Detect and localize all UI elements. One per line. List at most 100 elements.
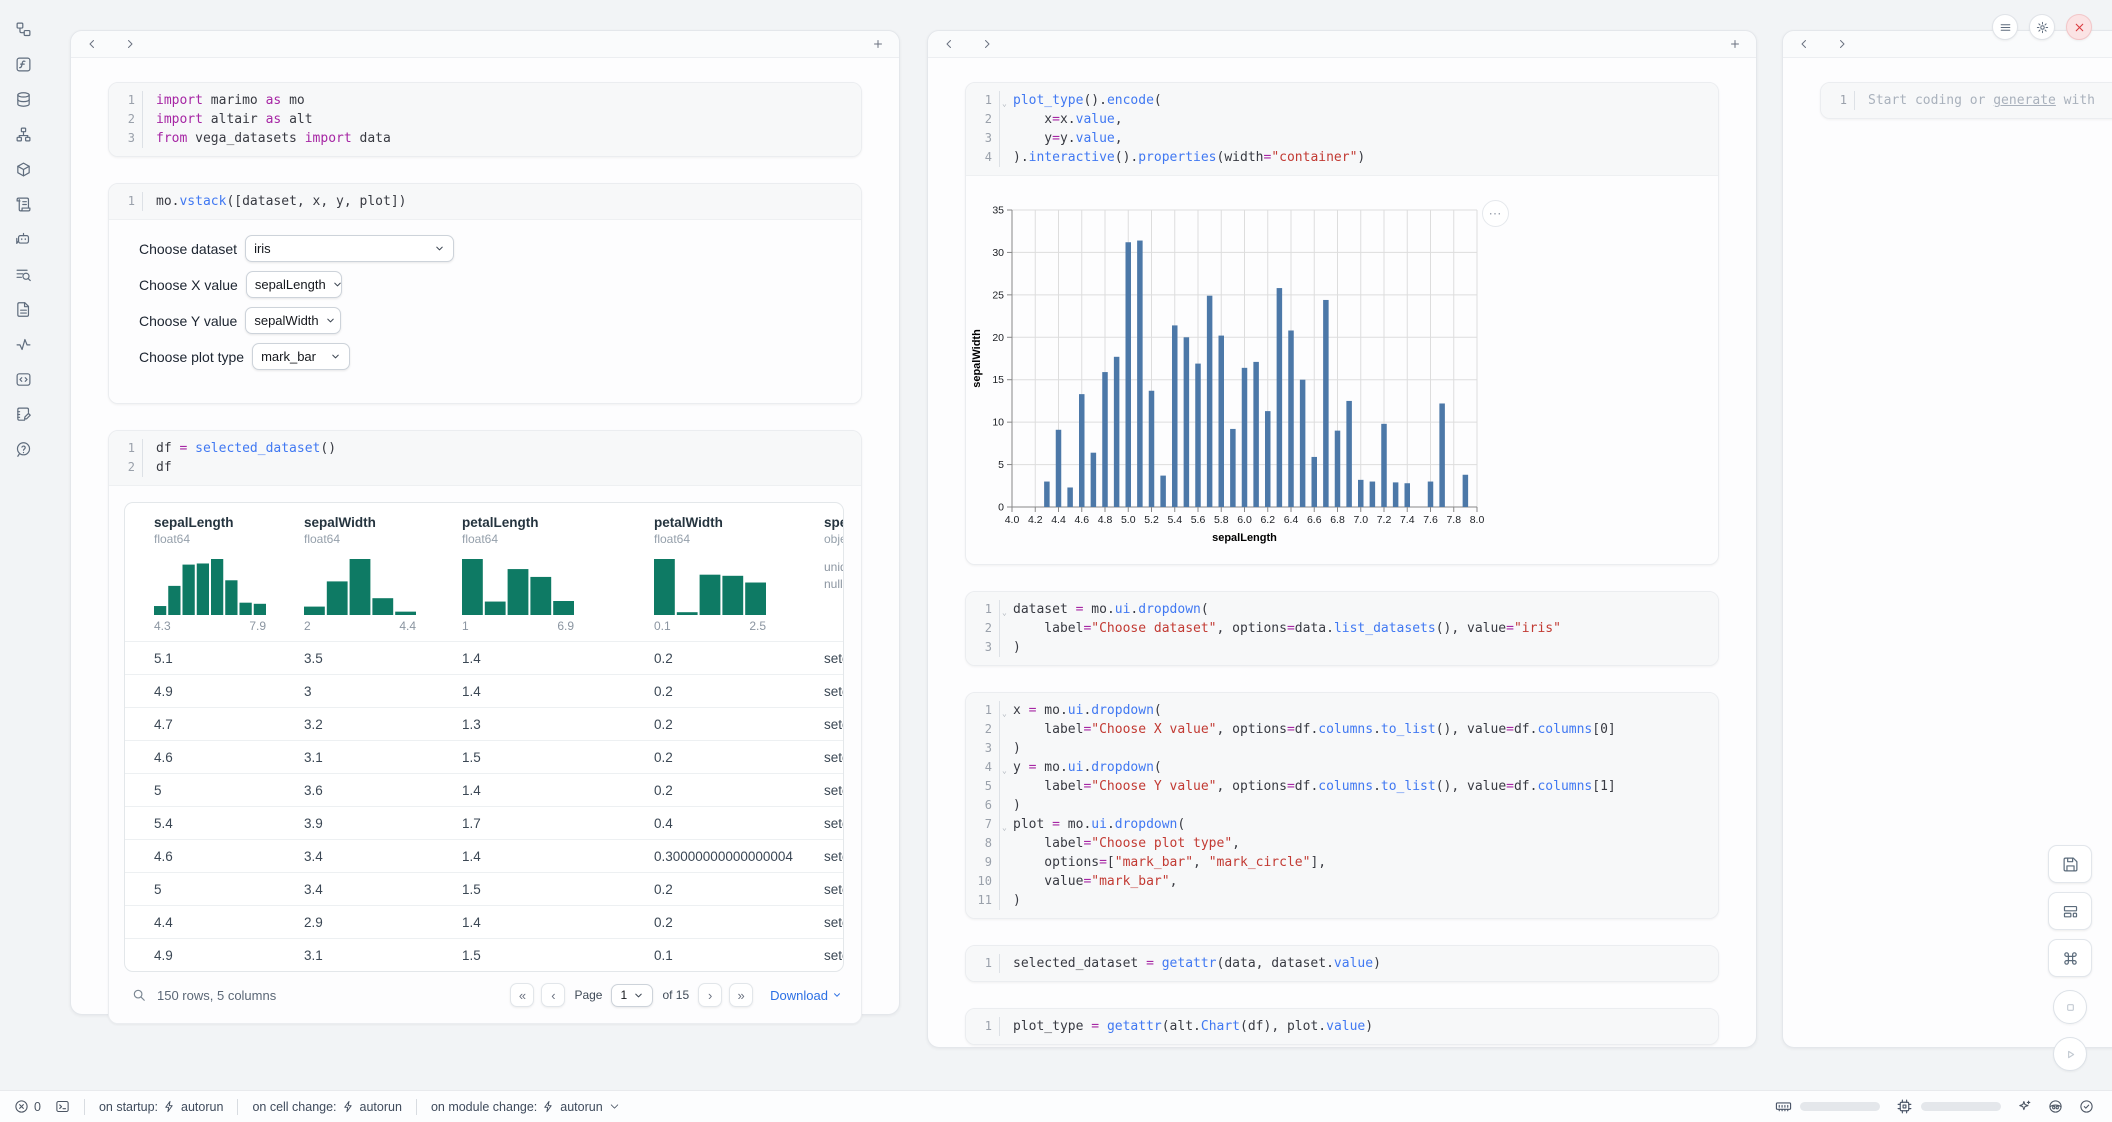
table-cell: 4.4 <box>154 915 304 930</box>
line-number: 2 <box>966 720 1000 739</box>
table-cell: 1.4 <box>462 651 654 666</box>
cell-editor[interactable]: 1df = selected_dataset()2df <box>109 431 861 486</box>
dataset-dropdown-cell: 1⌄dataset = mo.ui.dropdown(2 label="Choo… <box>965 591 1719 666</box>
sidebar-item-database[interactable] <box>12 88 34 110</box>
line-number: 1⌄ <box>966 91 1000 110</box>
status-bar-left: 0 on startup:autorun on cell change:autor… <box>14 1099 621 1115</box>
column-min: 0.1 <box>654 619 671 633</box>
table-row[interactable]: 4.93.11.50.1setosa <box>125 938 843 971</box>
stop-button[interactable] <box>2053 990 2087 1024</box>
sidebar-item-package[interactable] <box>12 158 34 180</box>
sidebar-item-code-snippet[interactable] <box>12 368 34 390</box>
column-right-chevron-icon[interactable] <box>121 35 139 53</box>
cell-editor[interactable]: 1⌄plot_type().encode(2 x=x.value,3 y=y.v… <box>966 83 1718 176</box>
line-number: 2 <box>966 619 1000 638</box>
column-left-chevron-icon[interactable] <box>83 35 101 53</box>
table-cell: setosa <box>824 882 843 897</box>
close-button[interactable] <box>2066 14 2092 40</box>
stop-icon <box>2063 1000 2078 1015</box>
sidebar-item-notebook-pen[interactable] <box>12 403 34 425</box>
column-range: 0.12.5 <box>654 619 766 633</box>
cell-editor[interactable]: 1plot_type = getattr(alt.Chart(df), plot… <box>966 1009 1718 1044</box>
cell-editor[interactable]: 1mo.vstack([dataset, x, y, plot]) <box>109 184 861 220</box>
table-row[interactable]: 4.63.11.50.2setosa <box>125 740 843 773</box>
cell-editor[interactable]: 1selected_dataset = getattr(data, datase… <box>966 946 1718 981</box>
code-text: x = mo.ui.dropdown( <box>1000 701 1162 720</box>
code-text: value="mark_bar", <box>1000 872 1177 891</box>
save-button[interactable] <box>2048 845 2092 883</box>
svg-text:35: 35 <box>992 205 1004 217</box>
dropdown-choose-dataset[interactable]: iris <box>245 235 454 262</box>
ai-button[interactable] <box>2017 1099 2032 1114</box>
dropdown-choose-plot-type[interactable]: mark_bar <box>252 343 350 370</box>
table-row[interactable]: 5.13.51.40.2setosa <box>125 641 843 674</box>
add-cell-button[interactable] <box>1726 35 1744 53</box>
run-button[interactable] <box>2053 1037 2087 1071</box>
fold-chevron-icon[interactable]: ⌄ <box>1000 818 1007 837</box>
notebook-column-2: 1⌄plot_type().encode(2 x=x.value,3 y=y.v… <box>927 30 1757 1048</box>
dropdown-choose-x-value[interactable]: sepalLength <box>246 271 342 298</box>
sidebar-item-chat-bot[interactable] <box>12 228 34 250</box>
column-1-header <box>71 31 899 58</box>
table-cell: setosa <box>824 783 843 798</box>
download-button[interactable]: Download <box>770 988 842 1003</box>
dropdown-choose-y-value[interactable]: sepalWidth <box>245 307 341 334</box>
table-row[interactable]: 4.73.21.30.2setosa <box>125 707 843 740</box>
column-left-chevron-icon[interactable] <box>940 35 958 53</box>
runtime-config-1[interactable]: on cell change:autorun <box>252 1100 402 1114</box>
search-icon[interactable] <box>132 988 146 1002</box>
page-select[interactable]: 1 <box>611 984 653 1007</box>
code-text: plot_type = getattr(alt.Chart(df), plot.… <box>1000 1017 1373 1036</box>
layout-button[interactable] <box>2048 892 2092 930</box>
table-row[interactable]: 53.61.40.2setosa <box>125 773 843 806</box>
fold-chevron-icon[interactable]: ⌄ <box>1000 94 1007 113</box>
sidebar-item-text-search[interactable] <box>12 263 34 285</box>
fold-chevron-icon[interactable]: ⌄ <box>1000 603 1007 622</box>
sidebar-item-scroll-text[interactable] <box>12 193 34 215</box>
copilot-button[interactable] <box>2048 1099 2063 1114</box>
table-row[interactable]: 4.42.91.40.2setosa <box>125 905 843 938</box>
runtime-config-2[interactable]: on module change:autorun <box>431 1100 621 1114</box>
settings-button[interactable] <box>2029 14 2055 40</box>
column-right-chevron-icon[interactable] <box>1833 35 1851 53</box>
fold-chevron-icon[interactable]: ⌄ <box>1000 704 1007 723</box>
table-row[interactable]: 5.43.91.70.4setosa <box>125 806 843 839</box>
column-right-chevron-icon[interactable] <box>978 35 996 53</box>
sidebar-item-activity[interactable] <box>12 333 34 355</box>
last-page-button[interactable]: » <box>729 983 753 1007</box>
first-page-button[interactable]: « <box>510 983 534 1007</box>
table-row[interactable]: 53.41.50.2setosa <box>125 872 843 905</box>
svg-text:6.6: 6.6 <box>1307 514 1322 526</box>
table-row[interactable]: 4.931.40.2setosa <box>125 674 843 707</box>
line-number: 2 <box>966 110 1000 129</box>
cell-editor[interactable]: 1import marimo as mo2import altair as al… <box>109 83 861 156</box>
column-left-chevron-icon[interactable] <box>1795 35 1813 53</box>
sidebar-item-document[interactable] <box>12 298 34 320</box>
runtime-config-0[interactable]: on startup:autorun <box>99 1100 223 1114</box>
cell-editor[interactable]: 1⌄dataset = mo.ui.dropdown(2 label="Choo… <box>966 592 1718 665</box>
previous-page-button[interactable]: ‹ <box>541 983 565 1007</box>
table-row[interactable]: 4.63.41.40.30000000000000004setosa <box>125 839 843 872</box>
sidebar-item-function-square[interactable] <box>12 53 34 75</box>
table-cell: 0.1 <box>654 948 824 963</box>
cell-editor[interactable]: 1Start coding or generate with <box>1821 83 2112 118</box>
connection-status-button[interactable] <box>2079 1099 2094 1114</box>
menu-button[interactable] <box>1992 14 2018 40</box>
table-cell: setosa <box>824 948 843 963</box>
next-page-button[interactable]: › <box>698 983 722 1007</box>
errors-button[interactable]: 0 <box>14 1099 41 1114</box>
chart-output: 051015202530354.04.24.44.64.85.05.25.45.… <box>966 176 1718 564</box>
add-cell-button[interactable] <box>869 35 887 53</box>
sidebar-item-file-tree[interactable] <box>12 18 34 40</box>
terminal-button[interactable] <box>55 1099 70 1114</box>
code-text: label="Choose plot type", <box>1000 834 1240 853</box>
sidebar-item-help-circle[interactable] <box>12 438 34 460</box>
generate-with-ai-link[interactable]: generate <box>1993 93 2056 108</box>
command-palette-button[interactable] <box>2048 939 2092 977</box>
dropdown-label: Choose X value <box>139 277 238 293</box>
fold-chevron-icon[interactable]: ⌄ <box>1000 761 1007 780</box>
table-cell: 1.5 <box>462 882 654 897</box>
chart-actions-button[interactable]: ⋯ <box>1482 200 1509 227</box>
sidebar-item-dependency-graph[interactable] <box>12 123 34 145</box>
cell-editor[interactable]: 1⌄x = mo.ui.dropdown(2 label="Choose X v… <box>966 693 1718 918</box>
